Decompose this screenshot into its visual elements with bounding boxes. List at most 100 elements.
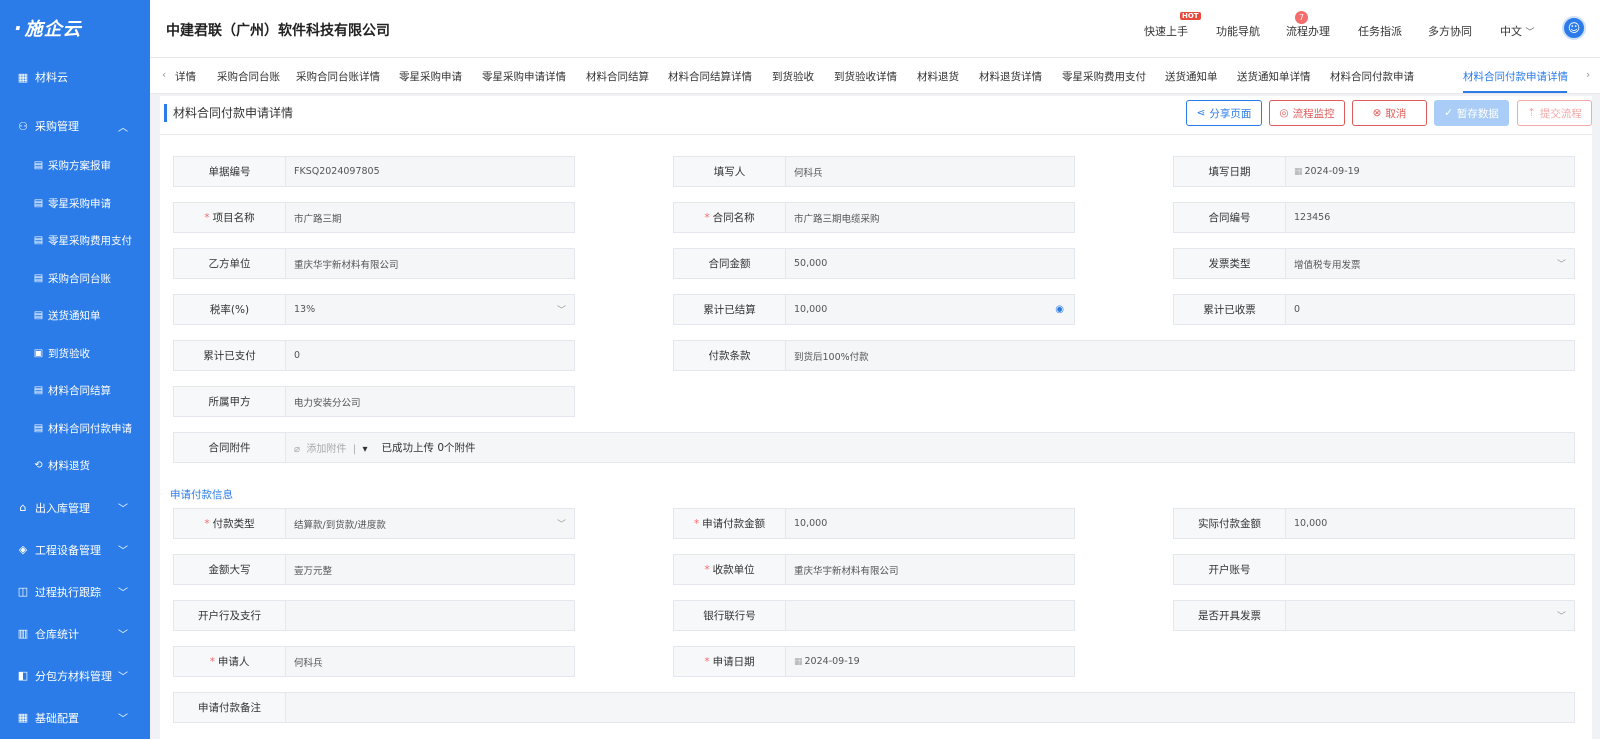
applicant-field: * 申请人 何科兵 — [173, 646, 575, 677]
doc-icon: ▤ — [33, 422, 44, 434]
add-attachment-button[interactable]: ⌀ 添加附件 | ▾ — [294, 440, 368, 455]
sidebar-group-stats[interactable]: ▥ 仓库统计 ﹀ — [0, 613, 150, 655]
sidebar: · 施企云 ▦ 材料云 ⚇ 采购管理 ︿ ▤ 采购方案报审 ▤ 零星采购申请 ▤ 零星采购费用… — [0, 0, 150, 739]
upload-icon: ⇡ — [1527, 107, 1536, 119]
tab-item[interactable]: 送货通知单 — [1165, 69, 1218, 84]
task-assign-link[interactable]: 任务指派 — [1358, 23, 1402, 39]
chevron-down-icon: ﹀ — [118, 546, 128, 557]
function-nav-link[interactable]: 功能导航 — [1216, 23, 1260, 39]
active-tab-indicator — [1463, 91, 1567, 93]
sidebar-item-purchase-ledger[interactable]: ▤ 采购合同台账 — [0, 260, 150, 298]
tab-item[interactable]: 零星采购费用支付 — [1062, 69, 1146, 84]
company-name: 中建君联（广州）软件科技有限公司 — [166, 23, 390, 39]
tabs-scroll-right-icon[interactable]: › — [1586, 69, 1590, 81]
sidebar-item-settlement[interactable]: ▤ 材料合同结算 — [0, 372, 150, 410]
flow-process-link[interactable]: 流程办理 — [1286, 23, 1330, 39]
warehouse-icon: ⌂ — [19, 501, 27, 514]
payee-field: * 收款单位 重庆华宇新材料有限公司 — [673, 554, 1075, 585]
tab-item[interactable]: 送货通知单详情 — [1237, 69, 1311, 84]
eye-icon[interactable]: ◉ — [1055, 304, 1064, 315]
tab-item[interactable]: 材料合同结算详情 — [668, 69, 752, 84]
check-circle-icon: ✓ — [1444, 107, 1453, 119]
tab-item-active[interactable]: 材料合同付款申请详情 — [1463, 69, 1568, 84]
bank-field: 开户行及支行 — [173, 600, 575, 631]
paperclip-icon: ⌀ — [294, 444, 301, 455]
tab-item[interactable]: 采购合同台账详情 — [296, 69, 380, 84]
tab-item[interactable]: 到货验收详情 — [834, 69, 897, 84]
logo[interactable]: · 施企云 — [0, 0, 150, 56]
tab-item[interactable]: 零星采购申请 — [399, 69, 462, 84]
chevron-down-icon: ﹀ — [118, 714, 128, 725]
language-select[interactable]: 中文 ﹀ — [1500, 23, 1535, 39]
hot-badge: HOT — [1180, 12, 1201, 20]
chevron-up-icon: ︿ — [118, 122, 128, 134]
monitor-icon: ◎ — [1279, 107, 1289, 119]
tab-item[interactable]: 材料退货详情 — [979, 69, 1042, 84]
top-header: 中建君联（广州）软件科技有限公司 HOT 快速上手 功能导航 7 流程办理 任务… — [150, 0, 1600, 58]
doc-no-field: 单据编号 FKSQ2024097805 — [173, 156, 575, 187]
pay-type-select: * 付款类型 结算款/到货款/进度款 ﹀ — [173, 508, 575, 539]
section-title: 申请付款信息 — [170, 489, 233, 501]
chevron-down-icon: ﹀ — [118, 504, 128, 515]
main-content: 材料合同付款申请详情 ⋖ 分享页面 ◎ 流程监控 ⊗ 取消 ✓ 暂存数据 ⇡ 提交流程 单… — [160, 96, 1592, 739]
received-field: 累计已收票 0 — [1173, 294, 1575, 325]
sidebar-item-arrival-check[interactable]: ▣ 到货验收 — [0, 335, 150, 373]
user-avatar[interactable]: ☺ — [1562, 16, 1586, 40]
calendar-icon: ▦ — [794, 656, 803, 667]
chevron-down-icon: ﹀ — [1556, 612, 1566, 622]
sidebar-group-equipment[interactable]: ◈ 工程设备管理 ﹀ — [0, 529, 150, 571]
doc-icon: ▤ — [33, 235, 44, 247]
network-icon: ⚇ — [18, 119, 28, 133]
sidebar-item-purchase-plan[interactable]: ▤ 采购方案报审 — [0, 147, 150, 185]
tab-item[interactable]: 材料退货 — [917, 69, 959, 84]
doc-icon: ▤ — [33, 272, 44, 284]
cube-icon: ◈ — [18, 543, 28, 556]
sidebar-group-inout[interactable]: ⌂ 出入库管理 ﹀ — [0, 487, 150, 529]
sidebar-item-return[interactable]: ⟲ 材料退货 — [0, 447, 150, 485]
subcontract-icon: ◧ — [17, 669, 29, 682]
sidebar-group-config[interactable]: ▦ 基础配置 ﹀ — [0, 697, 150, 739]
sidebar-item-material-cloud[interactable]: ▦ 材料云 — [0, 56, 150, 98]
cancel-button[interactable]: ⊗ 取消 — [1352, 100, 1427, 126]
pay-terms-field: 付款条款 到货后100%付款 — [673, 340, 1575, 371]
bank-no-field: 银行联行号 — [673, 600, 1075, 631]
account-field: 开户账号 — [1173, 554, 1575, 585]
filler-field: 填写人 何科兵 — [673, 156, 1075, 187]
save-draft-button[interactable]: ✓ 暂存数据 — [1434, 100, 1509, 126]
share-icon: ⋖ — [1196, 107, 1206, 119]
tab-item[interactable]: 材料合同结算 — [586, 69, 649, 84]
flow-monitor-button[interactable]: ◎ 流程监控 — [1269, 100, 1345, 126]
tabs-scroll-left-icon[interactable]: ‹ — [162, 69, 166, 81]
doc-icon: ▤ — [33, 310, 44, 322]
calendar-icon: ▦ — [1294, 166, 1303, 177]
party-a-field: 所属甲方 电力安装分公司 — [173, 386, 575, 417]
submit-flow-button[interactable]: ⇡ 提交流程 — [1517, 100, 1592, 126]
sidebar-item-small-purchase[interactable]: ▤ 零星采购申请 — [0, 185, 150, 223]
sidebar-group-tracking[interactable]: ◫ 过程执行跟踪 ﹀ — [0, 571, 150, 613]
collab-link[interactable]: 多方协同 — [1428, 23, 1472, 39]
tab-item[interactable]: 详情 — [175, 69, 196, 84]
share-page-button[interactable]: ⋖ 分享页面 — [1186, 100, 1262, 126]
tab-item[interactable]: 采购合同台账 — [217, 69, 280, 84]
sidebar-item-small-purchase-pay[interactable]: ▤ 零星采购费用支付 — [0, 222, 150, 260]
settled-field: 累计已结算 10,000 ◉ — [673, 294, 1075, 325]
tab-item[interactable]: 零星采购申请详情 — [482, 69, 566, 84]
remark-field: 申请付款备注 — [173, 692, 1575, 723]
sidebar-item-delivery-notice[interactable]: ▤ 送货通知单 — [0, 297, 150, 335]
sidebar-group-purchase[interactable]: ⚇ 采购管理 ︿ — [0, 105, 150, 147]
quick-start-link[interactable]: 快速上手 — [1144, 23, 1188, 39]
chevron-down-icon: ﹀ — [118, 630, 128, 641]
chevron-down-icon: ﹀ — [1556, 260, 1566, 270]
caret-down-icon[interactable]: ▾ — [362, 444, 367, 455]
contract-name-field: * 合同名称 市广路三期电缆采购 — [673, 202, 1075, 233]
attachment-field: 合同附件 ⌀ 添加附件 | ▾ 已成功上传 0个附件 — [173, 432, 1575, 463]
grid-icon: ▦ — [17, 711, 29, 724]
page-title: 材料合同付款申请详情 — [164, 104, 293, 122]
tab-item[interactable]: 到货验收 — [772, 69, 814, 84]
contract-amount-field: 合同金额 50,000 — [673, 248, 1075, 279]
actual-amount-field: 实际付款金额 10,000 — [1173, 508, 1575, 539]
sidebar-item-payment-apply[interactable]: ▤ 材料合同付款申请 — [0, 410, 150, 448]
tab-item[interactable]: 材料合同付款申请 — [1330, 69, 1414, 84]
sidebar-group-subcontract[interactable]: ◧ 分包方材料管理 ﹀ — [0, 655, 150, 697]
chevron-down-icon: ﹀ — [556, 306, 566, 316]
